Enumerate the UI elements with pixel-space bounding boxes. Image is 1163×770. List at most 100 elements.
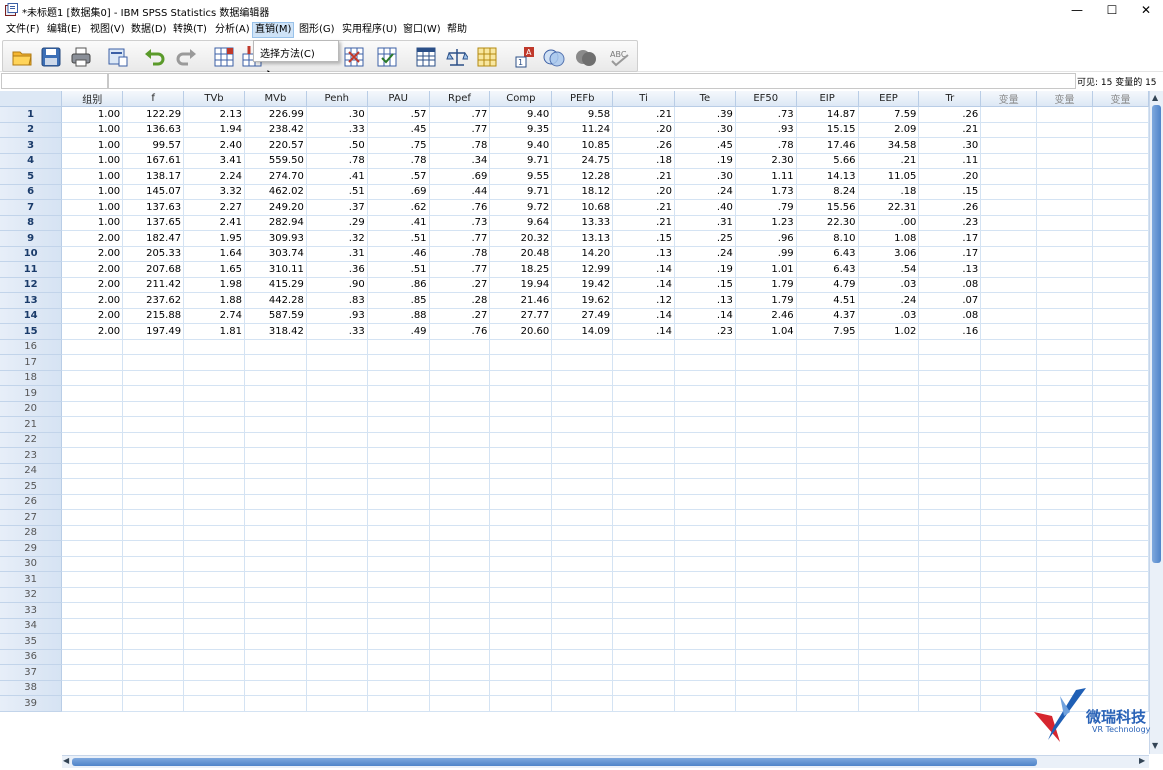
data-cell[interactable] xyxy=(1092,494,1149,510)
data-cell[interactable] xyxy=(735,540,797,557)
data-cell[interactable] xyxy=(183,540,245,557)
data-cell[interactable] xyxy=(796,618,859,634)
data-cell[interactable]: .25 xyxy=(674,230,736,247)
menu-data[interactable]: 数据(D) xyxy=(129,23,169,37)
column-header[interactable]: 变量 xyxy=(1092,91,1149,107)
data-cell[interactable] xyxy=(429,494,491,510)
data-cell[interactable]: 3.06 xyxy=(858,246,920,262)
data-cell[interactable]: .93 xyxy=(306,308,368,324)
row-number[interactable]: 16 xyxy=(0,339,63,355)
data-cell[interactable] xyxy=(1036,649,1093,665)
column-header[interactable]: 变量 xyxy=(1036,91,1093,107)
data-cell[interactable]: 19.62 xyxy=(551,292,614,309)
cell-reference-field[interactable] xyxy=(1,73,108,89)
menu-file[interactable]: 文件(F) xyxy=(4,23,42,37)
data-cell[interactable] xyxy=(367,587,430,603)
data-cell[interactable]: 2.24 xyxy=(183,168,245,185)
data-cell[interactable] xyxy=(61,401,124,417)
data-cell[interactable]: .78 xyxy=(367,153,430,169)
data-cell[interactable] xyxy=(858,494,920,510)
data-cell[interactable]: 136.63 xyxy=(122,122,185,138)
data-cell[interactable] xyxy=(1036,184,1093,200)
data-cell[interactable] xyxy=(183,354,245,371)
data-cell[interactable]: .62 xyxy=(367,199,430,216)
data-cell[interactable] xyxy=(735,602,797,619)
data-cell[interactable] xyxy=(980,447,1038,464)
data-cell[interactable] xyxy=(489,401,553,417)
data-cell[interactable] xyxy=(306,463,368,479)
data-cell[interactable] xyxy=(183,494,245,510)
data-cell[interactable] xyxy=(796,416,859,433)
data-cell[interactable] xyxy=(1036,354,1093,371)
data-cell[interactable] xyxy=(367,432,430,448)
data-cell[interactable] xyxy=(244,556,307,572)
data-cell[interactable] xyxy=(306,680,368,696)
data-cell[interactable] xyxy=(61,416,124,433)
data-cell[interactable]: 220.57 xyxy=(244,137,307,154)
data-cell[interactable] xyxy=(796,571,859,588)
data-cell[interactable]: 22.30 xyxy=(796,215,859,231)
data-cell[interactable] xyxy=(551,494,614,510)
data-cell[interactable] xyxy=(367,447,430,464)
column-header[interactable]: 变量 xyxy=(980,91,1038,107)
data-cell[interactable] xyxy=(429,540,491,557)
data-cell[interactable] xyxy=(796,556,859,572)
data-cell[interactable] xyxy=(1092,230,1149,247)
data-cell[interactable]: 462.02 xyxy=(244,184,307,200)
data-cell[interactable]: 12.99 xyxy=(551,261,614,278)
data-cell[interactable] xyxy=(306,354,368,371)
data-cell[interactable] xyxy=(551,416,614,433)
data-cell[interactable]: .14 xyxy=(612,261,675,278)
column-header[interactable]: EF50 xyxy=(735,91,797,107)
data-cell[interactable]: 1.00 xyxy=(61,199,124,216)
data-cell[interactable] xyxy=(551,432,614,448)
row-number[interactable]: 38 xyxy=(0,680,63,696)
data-cell[interactable]: .13 xyxy=(674,292,736,309)
data-cell[interactable] xyxy=(489,432,553,448)
data-cell[interactable] xyxy=(1092,292,1149,309)
data-cell[interactable]: .19 xyxy=(674,153,736,169)
data-cell[interactable]: 2.74 xyxy=(183,308,245,324)
data-cell[interactable]: 1.79 xyxy=(735,292,797,309)
data-cell[interactable] xyxy=(858,447,920,464)
data-cell[interactable]: .03 xyxy=(858,277,920,293)
data-cell[interactable] xyxy=(306,509,368,526)
data-cell[interactable]: 11.05 xyxy=(858,168,920,185)
data-cell[interactable]: .08 xyxy=(918,308,982,324)
data-cell[interactable]: 2.13 xyxy=(183,106,245,123)
data-cell[interactable] xyxy=(1036,447,1093,464)
data-cell[interactable]: 27.49 xyxy=(551,308,614,324)
data-cell[interactable] xyxy=(612,540,675,557)
data-cell[interactable] xyxy=(796,478,859,495)
data-cell[interactable] xyxy=(612,447,675,464)
data-cell[interactable] xyxy=(980,122,1038,138)
data-cell[interactable] xyxy=(735,432,797,448)
horizontal-scroll-thumb[interactable] xyxy=(72,758,1037,766)
data-cell[interactable]: 15.56 xyxy=(796,199,859,216)
column-header[interactable]: 组别 xyxy=(61,91,124,107)
data-cell[interactable] xyxy=(1036,602,1093,619)
data-cell[interactable] xyxy=(674,664,736,681)
data-cell[interactable]: .78 xyxy=(429,137,491,154)
open-folder-icon[interactable] xyxy=(11,46,33,68)
data-cell[interactable]: .21 xyxy=(612,215,675,231)
data-cell[interactable] xyxy=(858,354,920,371)
data-cell[interactable]: 205.33 xyxy=(122,246,185,262)
data-cell[interactable] xyxy=(796,463,859,479)
data-cell[interactable] xyxy=(122,463,185,479)
data-cell[interactable] xyxy=(429,478,491,495)
data-cell[interactable] xyxy=(980,478,1038,495)
data-cell[interactable] xyxy=(980,339,1038,355)
data-cell[interactable]: .77 xyxy=(429,122,491,138)
data-cell[interactable] xyxy=(1092,184,1149,200)
data-cell[interactable] xyxy=(551,509,614,526)
data-cell[interactable]: 1.79 xyxy=(735,277,797,293)
data-cell[interactable] xyxy=(918,618,982,634)
data-cell[interactable] xyxy=(858,587,920,603)
data-cell[interactable] xyxy=(244,416,307,433)
data-cell[interactable] xyxy=(796,354,859,371)
column-header[interactable]: EIP xyxy=(796,91,859,107)
data-cell[interactable]: .30 xyxy=(674,122,736,138)
data-cell[interactable] xyxy=(918,571,982,588)
data-cell[interactable] xyxy=(244,540,307,557)
